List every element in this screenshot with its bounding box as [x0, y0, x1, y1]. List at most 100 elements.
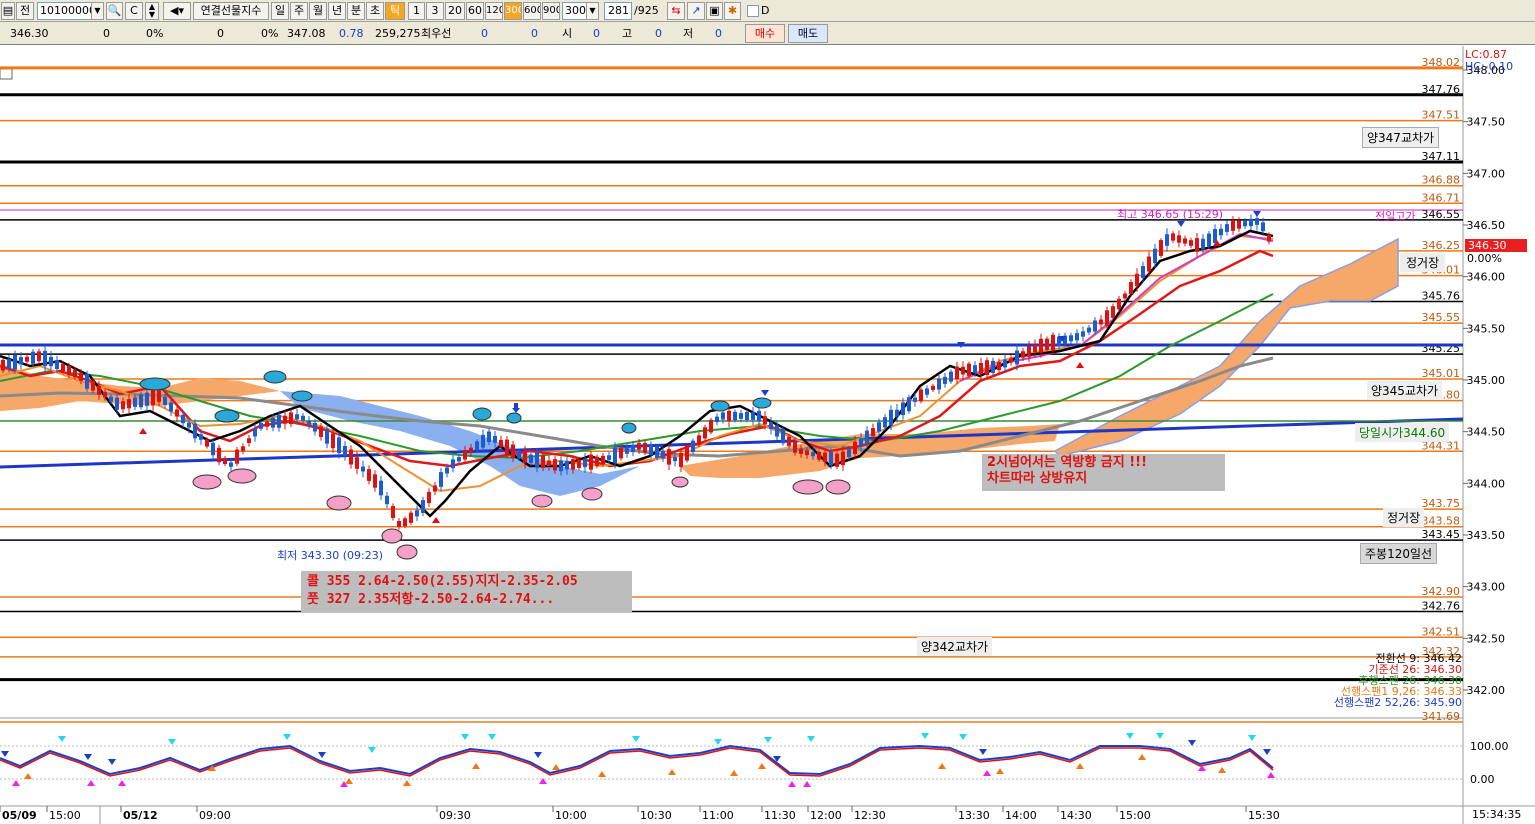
volume: 259,275 [375, 27, 421, 40]
period-minute-button[interactable]: 분 [347, 2, 365, 20]
best-price-2: 0 [531, 27, 538, 40]
regular-station-1: 정거장 [1400, 253, 1446, 272]
time-tick-label: 15:30 [1248, 809, 1280, 822]
marker-ellipse [752, 397, 772, 409]
time-tick-label: 09:30 [439, 809, 471, 822]
candle-body [157, 390, 161, 403]
change-value-2: 0 [217, 27, 224, 40]
market-toggle-button[interactable]: 전 [16, 2, 34, 20]
candle-body [265, 421, 269, 427]
candle-body [961, 366, 965, 375]
interval-120-button[interactable]: 120 [485, 2, 503, 20]
d-checkbox[interactable] [747, 5, 759, 17]
candle-body [415, 510, 419, 517]
time-tick-label: 05/12 [123, 809, 158, 822]
clock: 15:34:35 [1472, 808, 1522, 821]
grid-toggle-icon[interactable] [0, 68, 13, 80]
candle-body [529, 454, 533, 463]
candle-body [97, 385, 101, 395]
candle-body [457, 457, 461, 462]
candle-body [373, 474, 377, 488]
candle-body [289, 412, 293, 425]
search-icon[interactable]: 🔍 [106, 2, 123, 20]
period-tick-button[interactable]: 틱 [385, 2, 405, 20]
candle-body [349, 449, 353, 465]
candle-body [1093, 320, 1097, 332]
marker-ellipse [192, 474, 222, 490]
index-name-label[interactable]: 연결선물지수 [193, 2, 269, 20]
candle-body [715, 416, 719, 423]
chart-tool-icon[interactable]: ⇆ [667, 2, 685, 20]
candle-body [121, 401, 125, 410]
marker-ellipse [263, 370, 287, 384]
candle-body [1261, 222, 1265, 232]
candle-body [61, 363, 65, 372]
marker-ellipse [326, 495, 352, 511]
candle-body [691, 440, 695, 453]
candle-body [1189, 240, 1193, 246]
spin-buttons[interactable]: ▲ ▼ [145, 2, 159, 20]
candle-body [25, 356, 29, 362]
interval-1-button[interactable]: 1 [408, 2, 425, 20]
interval-300-button[interactable]: 300 [504, 2, 522, 20]
chevron-down-icon[interactable]: ▼ [91, 2, 104, 20]
period-month-button[interactable]: 월 [309, 2, 327, 20]
interval-900-button[interactable]: 900 [542, 2, 560, 20]
candle-body [793, 440, 797, 453]
candle-body [607, 455, 611, 460]
interval-600-button[interactable]: 600 [523, 2, 541, 20]
code-search-icon[interactable]: C [125, 2, 143, 20]
marker-ellipse [506, 412, 522, 424]
candle-body [37, 351, 41, 362]
candle-body [565, 460, 569, 470]
candle-body [115, 397, 119, 410]
candle-body [919, 389, 923, 402]
candle-body [847, 449, 851, 457]
candle-body [7, 359, 11, 369]
candle-body [283, 415, 287, 424]
buy-button[interactable]: 매수 [745, 24, 785, 43]
candle-body [391, 506, 395, 518]
candle-body [943, 376, 947, 384]
candle-body [253, 428, 257, 437]
candle-body [577, 459, 581, 468]
interval-3-button[interactable]: 3 [426, 2, 444, 20]
sell-button[interactable]: 매도 [788, 24, 828, 43]
gear-icon[interactable]: ✱ [724, 2, 741, 20]
save-icon[interactable]: ▣ [706, 2, 723, 20]
period-second-button[interactable]: 초 [366, 2, 384, 20]
candle-body [1201, 238, 1205, 250]
page-input[interactable]: 281 [604, 2, 632, 20]
candle-body [1141, 266, 1145, 278]
candle-body [433, 485, 437, 492]
price-tick-label: 343.00 [1467, 581, 1506, 594]
period-week-button[interactable]: 주 [290, 2, 308, 20]
price-tick-label: 345.50 [1467, 322, 1506, 335]
candle-body [1009, 358, 1013, 363]
candle-body [67, 365, 71, 376]
current-price: 346.30 [10, 27, 49, 40]
time-tick-label: 13:30 [958, 809, 990, 822]
chart-area[interactable]: 348.02 347.76 347.51 347.11 346.88 346.71 346.… [0, 46, 1535, 824]
period-year-button[interactable]: 년 [328, 2, 346, 20]
candle-body [481, 434, 485, 448]
candle-body [1117, 298, 1121, 310]
interval-60-button[interactable]: 60 [466, 2, 484, 20]
candle-body [829, 452, 833, 466]
high-label: 고 [622, 27, 633, 40]
osc-label-100: 100.00 [1470, 740, 1509, 753]
candle-body [703, 427, 707, 439]
marker-ellipse [396, 544, 418, 560]
trend-tool-icon[interactable]: ↗ [687, 2, 705, 20]
interval-dropdown-icon[interactable]: ▼ [586, 2, 599, 20]
speaker-icon[interactable]: ◀▾ [163, 2, 191, 20]
candle-body [721, 412, 725, 420]
candle-body [589, 454, 593, 470]
chart-settings-icon[interactable]: ▤ [1, 2, 15, 20]
marker-ellipse [139, 377, 171, 391]
price-tick-label: 342.50 [1467, 632, 1506, 645]
interval-20-button[interactable]: 20 [445, 2, 465, 20]
period-day-button[interactable]: 일 [271, 2, 289, 20]
candle-body [1021, 351, 1025, 358]
option-put-line: 풋 327 2.35저항-2.50-2.64-2.74... [307, 592, 555, 607]
